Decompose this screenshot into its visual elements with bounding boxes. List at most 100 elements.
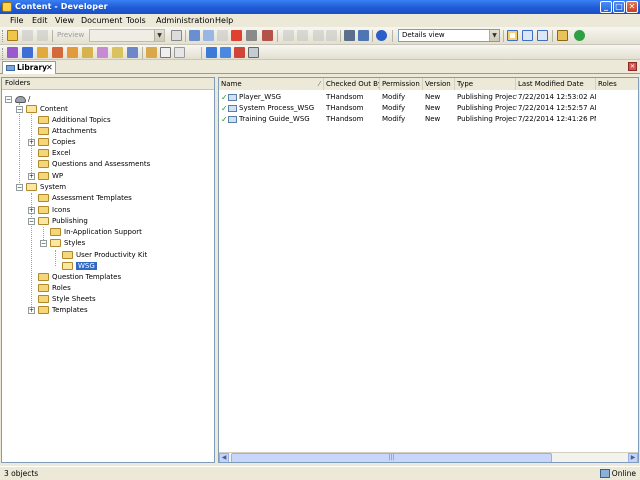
- outdent-icon[interactable]: [313, 30, 324, 41]
- table-row[interactable]: ✓ Training Guide_WSG THandsom Modify New…: [219, 114, 638, 125]
- expand-icon[interactable]: +: [28, 307, 35, 314]
- open-in-editor-icon[interactable]: [557, 30, 568, 41]
- preview-button[interactable]: Preview: [57, 29, 84, 42]
- scroll-left-icon[interactable]: ◀: [219, 453, 229, 462]
- save-all-icon[interactable]: [37, 30, 48, 41]
- new-assessment-icon[interactable]: [67, 47, 78, 58]
- column-header-version[interactable]: Version: [423, 78, 455, 90]
- new-icon[interactable]: [7, 30, 18, 41]
- tree-node-wp[interactable]: + WP: [28, 171, 63, 182]
- undo-icon[interactable]: [283, 30, 294, 41]
- expand-icon[interactable]: +: [28, 173, 35, 180]
- tree-node-additional-topics[interactable]: Additional Topics: [38, 115, 111, 126]
- close-pane-icon[interactable]: ✕: [628, 62, 637, 71]
- column-header-last-modified[interactable]: Last Modified Date: [516, 78, 596, 90]
- collapse-icon[interactable]: −: [16, 184, 23, 191]
- new-web-page-icon[interactable]: [97, 47, 108, 58]
- indent-icon[interactable]: [326, 30, 337, 41]
- new-section-icon[interactable]: [22, 47, 33, 58]
- refresh-icon[interactable]: [574, 30, 585, 41]
- expand-icon[interactable]: +: [28, 207, 35, 214]
- tab-close-icon[interactable]: ✕: [46, 62, 53, 74]
- check-out-icon[interactable]: [220, 47, 231, 58]
- properties-icon[interactable]: [160, 47, 171, 58]
- horizontal-scrollbar[interactable]: ◀ ||| ▶: [219, 452, 638, 462]
- publish-icon[interactable]: [127, 47, 138, 58]
- menu-administration[interactable]: Administration: [156, 16, 215, 25]
- tree-node-assessment-templates[interactable]: Assessment Templates: [38, 193, 132, 204]
- close-doc-icon[interactable]: [246, 30, 257, 41]
- maximize-button[interactable]: □: [613, 1, 625, 13]
- expand-icon[interactable]: +: [28, 139, 35, 146]
- preview-mode-select[interactable]: ▼: [89, 29, 165, 42]
- tree-node-user-productivity-kit[interactable]: User Productivity Kit: [62, 250, 147, 261]
- new-question-icon[interactable]: [52, 47, 63, 58]
- spellcheck-icon[interactable]: [358, 30, 369, 41]
- new-package-icon[interactable]: [82, 47, 93, 58]
- redo-icon[interactable]: [297, 30, 308, 41]
- collapse-icon[interactable]: −: [28, 218, 35, 225]
- tree-node-attachments[interactable]: Attachments: [38, 126, 97, 137]
- details-view-icon[interactable]: [507, 30, 518, 41]
- check-in-icon[interactable]: [206, 47, 217, 58]
- list-view-icon[interactable]: [522, 30, 533, 41]
- tree-node-copies[interactable]: + Copies: [28, 137, 76, 148]
- properties-icon[interactable]: [171, 30, 182, 41]
- tab-library[interactable]: Library ✕: [2, 61, 56, 74]
- tree-node-content[interactable]: − Content: [16, 104, 68, 115]
- folder-open-icon: [62, 262, 73, 270]
- tree-node-icons[interactable]: + Icons: [28, 205, 70, 216]
- tree-node-roles[interactable]: Roles: [38, 283, 71, 294]
- tree-node-styles[interactable]: − Styles: [40, 238, 85, 249]
- tree-node-excel[interactable]: Excel: [38, 148, 71, 159]
- view-select[interactable]: Details view ▼: [398, 29, 500, 42]
- history-icon[interactable]: [248, 47, 259, 58]
- close-button[interactable]: ✕: [626, 1, 638, 13]
- minimize-button[interactable]: _: [600, 1, 612, 13]
- tree-node-in-application-support[interactable]: In-Application Support: [50, 227, 142, 238]
- dropdown-menu-icon[interactable]: [174, 47, 185, 58]
- paste-icon[interactable]: [217, 30, 228, 41]
- scrollbar-thumb[interactable]: |||: [231, 453, 552, 462]
- collapse-icon[interactable]: −: [16, 106, 23, 113]
- tree-node-wsg[interactable]: WSG: [62, 261, 97, 272]
- publishing-project-icon: [228, 116, 237, 123]
- collapse-icon[interactable]: −: [40, 240, 47, 247]
- menu-tools[interactable]: Tools: [126, 16, 146, 25]
- help-icon[interactable]: [376, 30, 387, 41]
- cancel-checkout-icon[interactable]: [234, 47, 245, 58]
- tree-node-style-sheets[interactable]: Style Sheets: [38, 294, 96, 305]
- menu-view[interactable]: View: [55, 16, 74, 25]
- column-header-permission[interactable]: Permission: [380, 78, 423, 90]
- tree-node-label: /: [28, 95, 31, 103]
- table-row[interactable]: ✓ System Process_WSG THandsom Modify New…: [219, 103, 638, 114]
- split-view-icon[interactable]: [537, 30, 548, 41]
- new-module-icon[interactable]: [7, 47, 18, 58]
- new-glossary-icon[interactable]: [112, 47, 123, 58]
- tree-node-label: System: [40, 183, 67, 191]
- cut-icon[interactable]: [189, 30, 200, 41]
- delete-icon[interactable]: [231, 30, 242, 41]
- menu-help[interactable]: Help: [215, 16, 233, 25]
- menu-file[interactable]: File: [10, 16, 23, 25]
- column-header-roles[interactable]: Roles: [596, 78, 638, 90]
- column-header-checked-out-by[interactable]: Checked Out By: [324, 78, 380, 90]
- scroll-right-icon[interactable]: ▶: [628, 453, 638, 462]
- tree-node-templates[interactable]: + Templates: [28, 305, 88, 316]
- new-topic-icon[interactable]: [37, 47, 48, 58]
- save-icon[interactable]: [22, 30, 33, 41]
- column-header-name[interactable]: Name ⁄: [219, 78, 324, 90]
- column-header-type[interactable]: Type: [455, 78, 516, 90]
- menu-document[interactable]: Document: [81, 16, 122, 25]
- copy-icon[interactable]: [203, 30, 214, 41]
- tree-node-question-templates[interactable]: Question Templates: [38, 272, 121, 283]
- find-replace-icon[interactable]: [262, 30, 273, 41]
- collapse-icon[interactable]: −: [5, 96, 12, 103]
- tree-node-publishing[interactable]: − Publishing: [28, 216, 88, 227]
- new-folder-icon[interactable]: [146, 47, 157, 58]
- table-row[interactable]: ✓ Player_WSG THandsom Modify New Publish…: [219, 92, 638, 103]
- tree-node-system[interactable]: − System: [16, 182, 66, 193]
- find-icon[interactable]: [344, 30, 355, 41]
- menu-edit[interactable]: Edit: [32, 16, 48, 25]
- tree-node-questions-and-assessments[interactable]: Questions and Assessments: [38, 159, 150, 170]
